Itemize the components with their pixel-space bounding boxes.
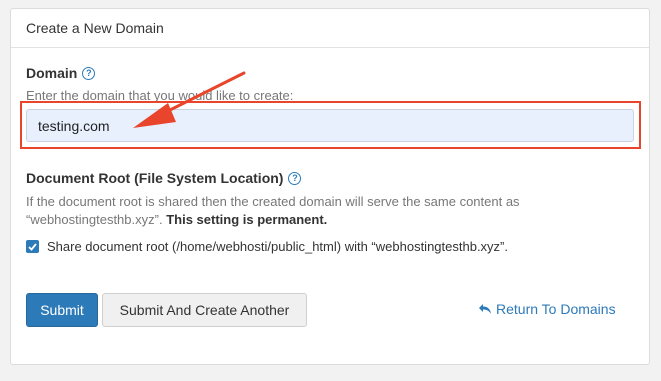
share-document-root-row[interactable]: Share document root (/home/webhosti/publ…	[26, 239, 508, 254]
document-root-label-row: Document Root (File System Location) ?	[26, 170, 302, 186]
domain-help-icon[interactable]: ?	[82, 66, 96, 80]
document-root-warning: This setting is permanent.	[166, 212, 328, 227]
share-document-root-label: Share document root (/home/webhosti/publ…	[47, 239, 508, 254]
submit-button[interactable]: Submit	[26, 293, 98, 327]
submit-and-create-another-button[interactable]: Submit And Create Another	[102, 293, 307, 327]
document-root-help-icon[interactable]: ?	[288, 171, 302, 185]
return-to-domains-label: Return To Domains	[496, 301, 616, 317]
domain-label-row: Domain ?	[26, 65, 96, 81]
panel-title: Create a New Domain	[11, 9, 649, 48]
return-to-domains-link[interactable]: Return To Domains	[478, 301, 616, 317]
domain-label: Domain	[26, 65, 78, 81]
domain-input[interactable]	[26, 109, 634, 142]
document-root-description: If the document root is shared then the …	[26, 193, 586, 229]
return-arrow-icon	[479, 304, 491, 314]
document-root-label: Document Root (File System Location)	[26, 170, 284, 186]
share-document-root-checkbox[interactable]	[26, 240, 39, 253]
create-domain-panel: Create a New Domain Domain ? Enter the d…	[10, 8, 650, 365]
checkmark-icon	[28, 242, 37, 251]
